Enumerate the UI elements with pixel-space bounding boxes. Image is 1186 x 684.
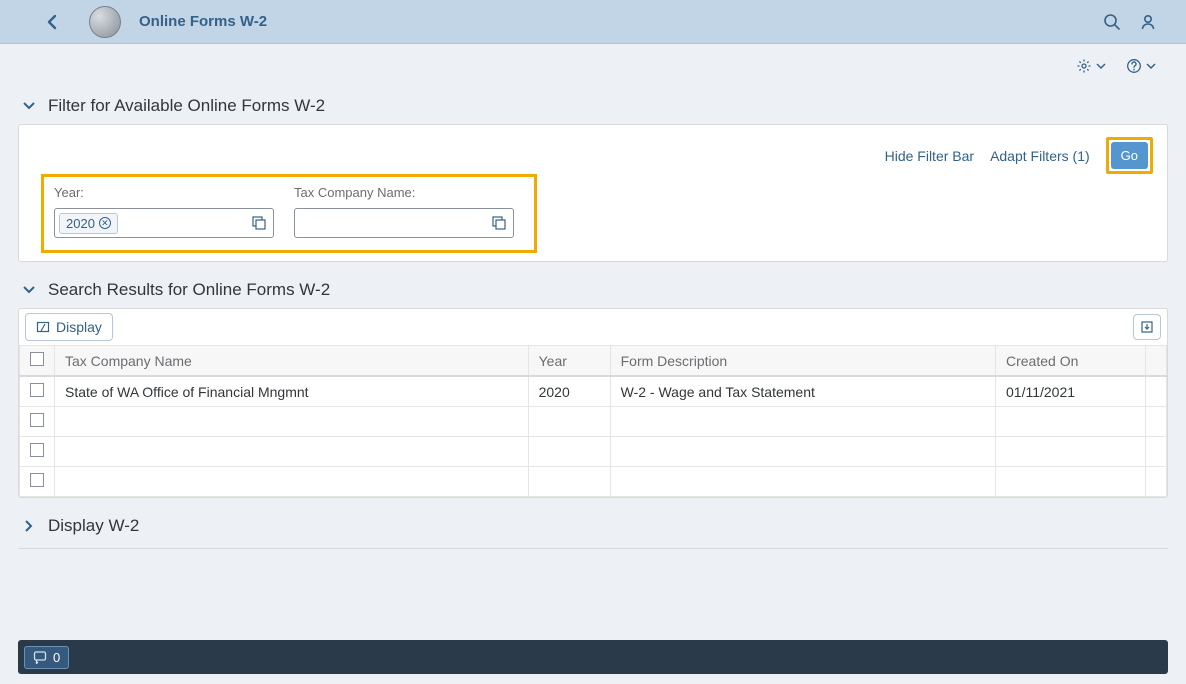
- help-menu[interactable]: [1126, 58, 1156, 74]
- export-button[interactable]: [1133, 314, 1161, 340]
- value-help-icon[interactable]: [249, 216, 269, 230]
- export-icon: [1140, 320, 1154, 334]
- results-table: Tax Company Name Year Form Description C…: [19, 345, 1167, 497]
- hide-filter-bar-link[interactable]: Hide Filter Bar: [885, 148, 974, 164]
- search-icon: [1103, 13, 1121, 31]
- results-toolbar: Display: [19, 309, 1167, 345]
- gear-icon: [1076, 58, 1092, 74]
- col-desc[interactable]: Form Description: [610, 346, 995, 377]
- year-input[interactable]: 2020 ✕: [54, 208, 274, 238]
- display-panel-title: Display W-2: [48, 516, 139, 536]
- results-panel-title: Search Results for Online Forms W-2: [48, 280, 330, 300]
- row-checkbox[interactable]: [30, 443, 44, 457]
- year-label: Year:: [54, 185, 274, 200]
- row-checkbox[interactable]: [30, 383, 44, 397]
- chevron-down-icon: [1146, 61, 1156, 71]
- filter-panel-title: Filter for Available Online Forms W-2: [48, 96, 325, 116]
- display-panel: [18, 548, 1168, 549]
- col-year[interactable]: Year: [528, 346, 610, 377]
- cell-company: State of WA Office of Financial Mngmnt: [55, 376, 529, 407]
- app-title: Online Forms W-2: [139, 13, 267, 30]
- display-button[interactable]: Display: [25, 313, 113, 341]
- table-row[interactable]: [20, 467, 1167, 497]
- results-panel: Display Tax Company Name Year Form Descr…: [18, 308, 1168, 498]
- row-checkbox[interactable]: [30, 413, 44, 427]
- chevron-down-icon: [1096, 61, 1106, 71]
- cell-created: 01/11/2021: [996, 376, 1146, 407]
- adapt-filters-link[interactable]: Adapt Filters (1): [990, 148, 1090, 164]
- message-bar: 0: [18, 640, 1168, 674]
- chevron-down-icon: [22, 282, 38, 298]
- chevron-right-icon: [22, 518, 38, 534]
- message-count: 0: [53, 650, 60, 665]
- display-icon: [36, 320, 50, 334]
- chevron-down-icon: [22, 98, 38, 114]
- filter-fields-highlight: Year: 2020 ✕ Tax Company Name:: [41, 174, 537, 253]
- message-icon: [33, 650, 47, 664]
- table-header-row: Tax Company Name Year Form Description C…: [20, 346, 1167, 377]
- person-icon: [1139, 13, 1157, 31]
- shell-header: Online Forms W-2: [0, 0, 1186, 44]
- back-button[interactable]: [40, 10, 64, 34]
- display-button-label: Display: [56, 319, 102, 335]
- year-token[interactable]: 2020 ✕: [59, 213, 118, 234]
- go-highlight: Go: [1106, 137, 1153, 174]
- user-button[interactable]: [1130, 4, 1166, 40]
- year-token-text: 2020: [66, 216, 95, 231]
- value-help-icon[interactable]: [489, 216, 509, 230]
- messages-button[interactable]: 0: [24, 646, 69, 669]
- select-all-checkbox[interactable]: [30, 352, 44, 366]
- filter-actions: Hide Filter Bar Adapt Filters (1) Go: [19, 125, 1167, 174]
- filter-panel: Hide Filter Bar Adapt Filters (1) Go Yea…: [18, 124, 1168, 262]
- company-field-group: Tax Company Name:: [294, 185, 514, 238]
- col-company[interactable]: Tax Company Name: [55, 346, 529, 377]
- settings-menu[interactable]: [1076, 58, 1106, 74]
- results-panel-header[interactable]: Search Results for Online Forms W-2: [0, 272, 1186, 308]
- cell-year: 2020: [528, 376, 610, 407]
- company-label: Tax Company Name:: [294, 185, 514, 200]
- filter-panel-header[interactable]: Filter for Available Online Forms W-2: [0, 88, 1186, 124]
- search-button[interactable]: [1094, 4, 1130, 40]
- token-remove-icon[interactable]: ✕: [99, 217, 111, 229]
- row-checkbox[interactable]: [30, 473, 44, 487]
- table-row[interactable]: [20, 407, 1167, 437]
- col-created[interactable]: Created On: [996, 346, 1146, 377]
- go-button[interactable]: Go: [1111, 142, 1148, 169]
- table-row[interactable]: [20, 437, 1167, 467]
- year-field-group: Year: 2020 ✕: [54, 185, 274, 238]
- page-toolbar: [0, 44, 1186, 88]
- help-icon: [1126, 58, 1142, 74]
- cell-desc: W-2 - Wage and Tax Statement: [610, 376, 995, 407]
- app-logo: [89, 6, 121, 38]
- display-panel-header[interactable]: Display W-2: [0, 508, 1186, 544]
- table-row[interactable]: State of WA Office of Financial Mngmnt 2…: [20, 376, 1167, 407]
- company-input[interactable]: [294, 208, 514, 238]
